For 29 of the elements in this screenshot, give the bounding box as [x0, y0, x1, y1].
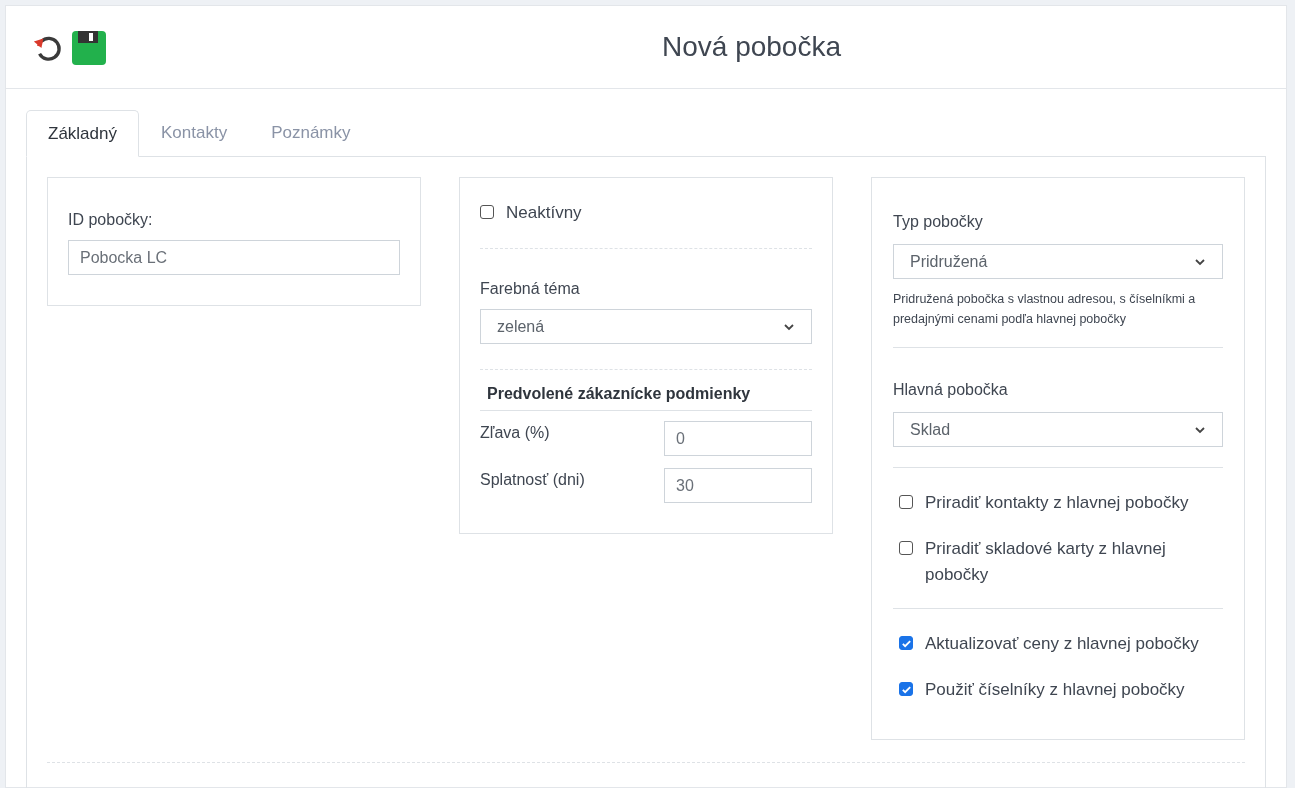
- tab[interactable]: Poznámky: [249, 109, 373, 156]
- checkbox[interactable]: [899, 682, 913, 696]
- section-heading: Predvolené zákaznícke podmienky: [480, 382, 812, 411]
- field-label: Farebná téma: [480, 279, 581, 299]
- checkbox[interactable]: [899, 636, 913, 650]
- tab[interactable]: Kontakty: [139, 109, 250, 156]
- hint-text: Pridružená pobočka s vlastnou adresou, s číselníkmi a predajnými cenami podľa hlavnej pobočky: [893, 291, 1197, 328]
- field-label: Hlavná pobočka: [893, 380, 1009, 400]
- tab[interactable]: Základný: [26, 110, 139, 157]
- input-field[interactable]: 0: [664, 421, 812, 456]
- branch-type-select[interactable]: Pridružená: [893, 244, 1223, 279]
- theme-select[interactable]: zelená: [480, 309, 812, 344]
- field-label: ID pobočky:: [68, 210, 154, 230]
- field-label: Zľava (%): [480, 423, 550, 443]
- checkbox[interactable]: [899, 495, 913, 509]
- page-title: Nová pobočka: [662, 30, 841, 64]
- input-field[interactable]: 30: [664, 468, 812, 503]
- checkbox-label: Použiť číselníky z hlavnej pobočky: [925, 679, 1185, 701]
- checkbox[interactable]: [480, 205, 494, 219]
- checkbox-label: Priradiť kontakty z hlavnej pobočky: [925, 492, 1189, 514]
- checkbox-label: Priradiť skladové karty z hlavnej pobočky: [925, 538, 1167, 586]
- checkbox-label: Aktualizovať ceny z hlavnej pobočky: [925, 633, 1199, 655]
- field-label: Splatnosť (dni): [480, 470, 585, 490]
- save-icon[interactable]: [72, 31, 106, 65]
- checkbox-label: Neaktívny: [506, 202, 582, 224]
- input-field[interactable]: Pobocka LC: [68, 240, 400, 275]
- main-branch-select[interactable]: Sklad: [893, 412, 1223, 447]
- field-label: Typ pobočky: [893, 212, 984, 232]
- checkbox[interactable]: [899, 541, 913, 555]
